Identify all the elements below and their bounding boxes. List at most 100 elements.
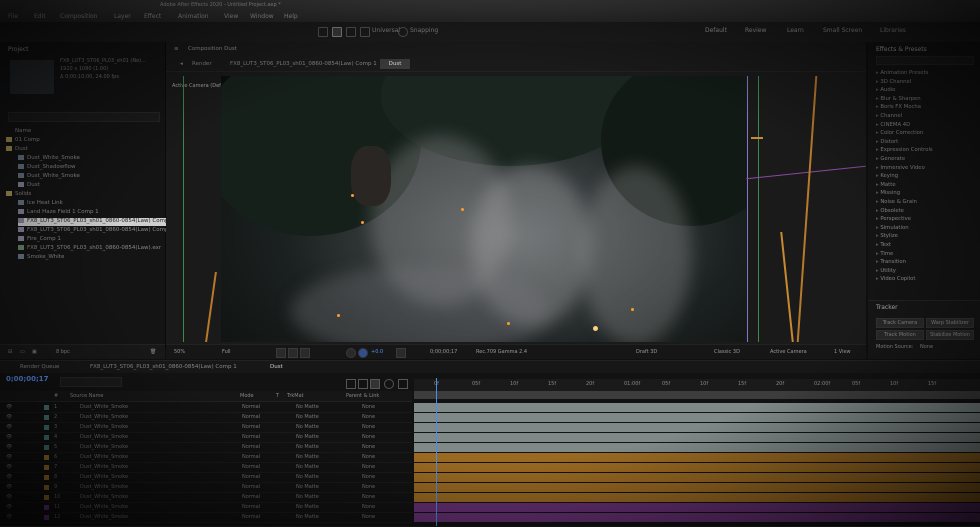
layer-source-name[interactable]: Dust_White_Smoke	[80, 504, 128, 510]
layer-track-bar[interactable]	[414, 453, 980, 462]
tracker-panel-title[interactable]: Tracker	[876, 304, 898, 311]
visibility-icon[interactable]: 👁	[6, 514, 12, 520]
zoom-tool-icon[interactable]	[360, 27, 370, 37]
visibility-icon[interactable]: 👁	[6, 494, 12, 500]
layer-mode-dropdown[interactable]: Normal	[242, 434, 260, 440]
layer-mode-dropdown[interactable]: Normal	[242, 444, 260, 450]
project-item[interactable]: Dust_White_Smoke	[18, 173, 80, 181]
hand-tool-icon[interactable]	[346, 27, 356, 37]
motion-source-dropdown[interactable]: None	[920, 344, 933, 350]
layer-source-name[interactable]: Dust_White_Smoke	[80, 434, 128, 440]
layer-row[interactable]: 👁 9 Dust_White_Smoke Normal No Matte None	[0, 483, 412, 493]
tab-render-queue[interactable]: Render Queue	[20, 364, 59, 370]
menu-animation[interactable]: Animation	[178, 13, 209, 20]
layer-trkmat-dropdown[interactable]: No Matte	[296, 484, 319, 490]
effect-category[interactable]: Utility	[876, 268, 896, 274]
timeline-timecode[interactable]: 0;00;00;17	[6, 375, 49, 383]
layer-mode-dropdown[interactable]: Normal	[242, 484, 260, 490]
project-item[interactable]: FX8_LUT3_ST06_PL03_sh01_0860-0854(Law) C…	[18, 218, 174, 226]
layer-track-bar[interactable]	[414, 493, 980, 502]
layer-source-name[interactable]: Dust_White_Smoke	[80, 474, 128, 480]
effect-category[interactable]: Time	[876, 251, 893, 257]
flow-crumb-parent[interactable]: FX8_LUT3_ST06_PL03_sh01_0860-0854(Law) C…	[230, 61, 377, 67]
layer-trkmat-dropdown[interactable]: No Matte	[296, 514, 319, 520]
snapshot-icon[interactable]	[346, 348, 356, 358]
zoom-dropdown[interactable]: 50%	[174, 349, 185, 355]
workspace-default[interactable]: Default	[705, 27, 727, 34]
menu-composition[interactable]: Composition	[60, 13, 97, 20]
layer-parent-dropdown[interactable]: None	[362, 474, 375, 480]
effect-category[interactable]: Audio	[876, 87, 895, 93]
layer-track-bar[interactable]	[414, 513, 980, 522]
selection-tool-icon[interactable]	[332, 27, 342, 37]
motion-blur-icon[interactable]	[384, 379, 394, 389]
layer-trkmat-dropdown[interactable]: No Matte	[296, 504, 319, 510]
layer-track-bar[interactable]	[414, 413, 980, 422]
project-item[interactable]: FX8_LUT3_ST06_PL03_sh01_0860-0854(Law).e…	[18, 245, 161, 253]
draft-3d-icon[interactable]	[346, 379, 356, 389]
layer-source-name[interactable]: Dust_White_Smoke	[80, 514, 128, 520]
workspace-libraries[interactable]: Libraries	[880, 27, 906, 34]
effect-category[interactable]: Color Correction	[876, 130, 923, 136]
effects-search-input[interactable]	[876, 56, 974, 65]
layer-row[interactable]: 👁 5 Dust_White_Smoke Normal No Matte None	[0, 443, 412, 453]
layer-source-name[interactable]: Dust_White_Smoke	[80, 444, 128, 450]
exposure-value[interactable]: +0.0	[371, 349, 383, 355]
layer-mode-dropdown[interactable]: Normal	[242, 474, 260, 480]
renderer-dropdown[interactable]: Classic 3D	[714, 349, 740, 355]
current-time-indicator[interactable]	[436, 378, 437, 526]
layer-row[interactable]: 👁 6 Dust_White_Smoke Normal No Matte None	[0, 453, 412, 463]
visibility-icon[interactable]: 👁	[6, 504, 12, 510]
layer-mode-dropdown[interactable]: Normal	[242, 464, 260, 470]
stabilize-motion-button[interactable]: Stabilize Motion	[926, 330, 974, 340]
effect-category[interactable]: Expression Controls	[876, 147, 932, 153]
project-item[interactable]: Land Haze Field 1 Comp 1	[18, 209, 99, 217]
layer-track-bar[interactable]	[414, 443, 980, 452]
effect-category[interactable]: CINEMA 4D	[876, 122, 910, 128]
menu-view[interactable]: View	[224, 13, 238, 20]
layer-source-name[interactable]: Dust_White_Smoke	[80, 454, 128, 460]
menu-layer[interactable]: Layer	[114, 13, 131, 20]
home-tool-icon[interactable]	[318, 27, 328, 37]
project-item[interactable]: Dust_Shadowflow	[18, 164, 76, 172]
project-item[interactable]: Ice Heat Link	[18, 200, 63, 208]
camera-icon[interactable]	[396, 348, 406, 358]
snapping-checkbox[interactable]	[398, 27, 408, 37]
visibility-icon[interactable]: 👁	[6, 404, 12, 410]
layer-parent-dropdown[interactable]: None	[362, 444, 375, 450]
bpc-indicator[interactable]: 8 bpc	[56, 349, 70, 355]
tab-dust[interactable]: Dust	[270, 364, 283, 370]
layer-trkmat-dropdown[interactable]: No Matte	[296, 474, 319, 480]
effect-category[interactable]: Noise & Grain	[876, 199, 917, 205]
layer-row[interactable]: 👁 12 Dust_White_Smoke Normal No Matte None	[0, 513, 412, 523]
time-ruler[interactable]: 0f05f10f15f20f01:00f05f10f15f20f02:00f05…	[414, 379, 980, 391]
layer-parent-dropdown[interactable]: None	[362, 504, 375, 510]
visibility-icon[interactable]: 👁	[6, 414, 12, 420]
layer-track-bar[interactable]	[414, 433, 980, 442]
effect-category[interactable]: Stylize	[876, 233, 898, 239]
layer-mode-dropdown[interactable]: Normal	[242, 514, 260, 520]
visibility-icon[interactable]: 👁	[6, 424, 12, 430]
resolution-dropdown[interactable]: Full	[222, 349, 231, 355]
col-parent[interactable]: Parent & Link	[346, 393, 379, 399]
effect-category[interactable]: Immersive Video	[876, 165, 924, 171]
layer-track-bar[interactable]	[414, 483, 980, 492]
effect-category[interactable]: Missing	[876, 190, 900, 196]
effect-category[interactable]: Channel	[876, 113, 902, 119]
effects-panel-title[interactable]: Effects & Presets	[876, 46, 927, 53]
visibility-icon[interactable]: 👁	[6, 474, 12, 480]
layer-parent-dropdown[interactable]: None	[362, 424, 375, 430]
col-trkmat[interactable]: TrkMat	[287, 393, 304, 399]
layer-track-bar[interactable]	[414, 463, 980, 472]
layer-mode-dropdown[interactable]: Normal	[242, 504, 260, 510]
project-item[interactable]: Dust	[6, 146, 28, 154]
mask-visibility-icon[interactable]	[300, 348, 310, 358]
layer-row[interactable]: 👁 2 Dust_White_Smoke Normal No Matte None	[0, 413, 412, 423]
work-area-bar[interactable]	[414, 391, 980, 399]
layer-source-name[interactable]: Dust_White_Smoke	[80, 484, 128, 490]
effect-category[interactable]: Transition	[876, 259, 906, 265]
project-item[interactable]: 01 Comp	[6, 137, 40, 145]
tab-comp-1[interactable]: FX8_LUT3_ST06_PL03_sh01_0860-0854(Law) C…	[90, 364, 237, 370]
visibility-icon[interactable]: 👁	[6, 464, 12, 470]
layer-mode-dropdown[interactable]: Normal	[242, 454, 260, 460]
